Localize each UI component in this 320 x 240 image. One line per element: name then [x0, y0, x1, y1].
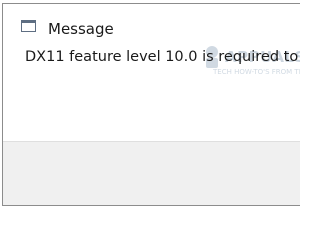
- app-window-icon: [21, 20, 36, 32]
- dialog-footer: [3, 141, 300, 205]
- message-text: DX11 feature level 10.0 is required to r…: [25, 49, 300, 65]
- window-title: Message: [48, 20, 114, 38]
- message-dialog: Message APPUALS TECH HOW-TO'S FROM THE E…: [2, 3, 300, 206]
- watermark-subtext: TECH HOW-TO'S FROM THE EXPERTS!: [213, 68, 300, 76]
